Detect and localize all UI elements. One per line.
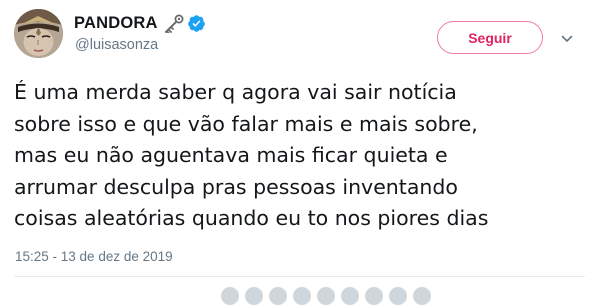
liker-avatar[interactable]	[315, 285, 337, 307]
tweet-text-line: arrumar desculpa pras pessoas inventando	[14, 174, 458, 199]
liker-avatars[interactable]	[219, 285, 435, 307]
liker-avatar[interactable]	[291, 285, 313, 307]
chevron-down-icon[interactable]	[560, 31, 574, 45]
liker-avatar[interactable]	[339, 285, 361, 307]
author-display-name[interactable]: PANDORA	[74, 14, 158, 33]
verified-badge-icon	[187, 14, 206, 33]
liker-avatar[interactable]	[267, 285, 289, 307]
liker-avatar[interactable]	[387, 285, 409, 307]
tweet-text-line: mas eu não aguentava mais ficar quieta e	[14, 143, 448, 167]
avatar-image	[14, 9, 63, 58]
author-avatar[interactable]	[14, 9, 63, 58]
tweet-text: É uma merda saber q agora vai sair notíc…	[14, 77, 594, 235]
divider	[14, 276, 585, 277]
tweet-text-line: É uma merda saber q agora vai sair notíc…	[14, 80, 457, 104]
liker-avatar[interactable]	[411, 285, 433, 307]
tweet-text-line: sobre isso e que vão falar mais e mais s…	[14, 111, 478, 136]
tweet-timestamp[interactable]: 15:25 - 13 de dez de 2019	[15, 249, 173, 264]
liker-avatar[interactable]	[243, 285, 265, 307]
liker-avatar[interactable]	[219, 285, 241, 307]
liker-avatar[interactable]	[363, 285, 385, 307]
follow-button[interactable]: Seguir	[437, 21, 543, 54]
old-key-icon	[163, 14, 184, 34]
tweet-text-line: coisas aleatórias quando eu to nos piore…	[14, 206, 489, 230]
author-name-row: PANDORA	[74, 12, 206, 34]
author-handle[interactable]: @luisasonza	[75, 37, 158, 53]
